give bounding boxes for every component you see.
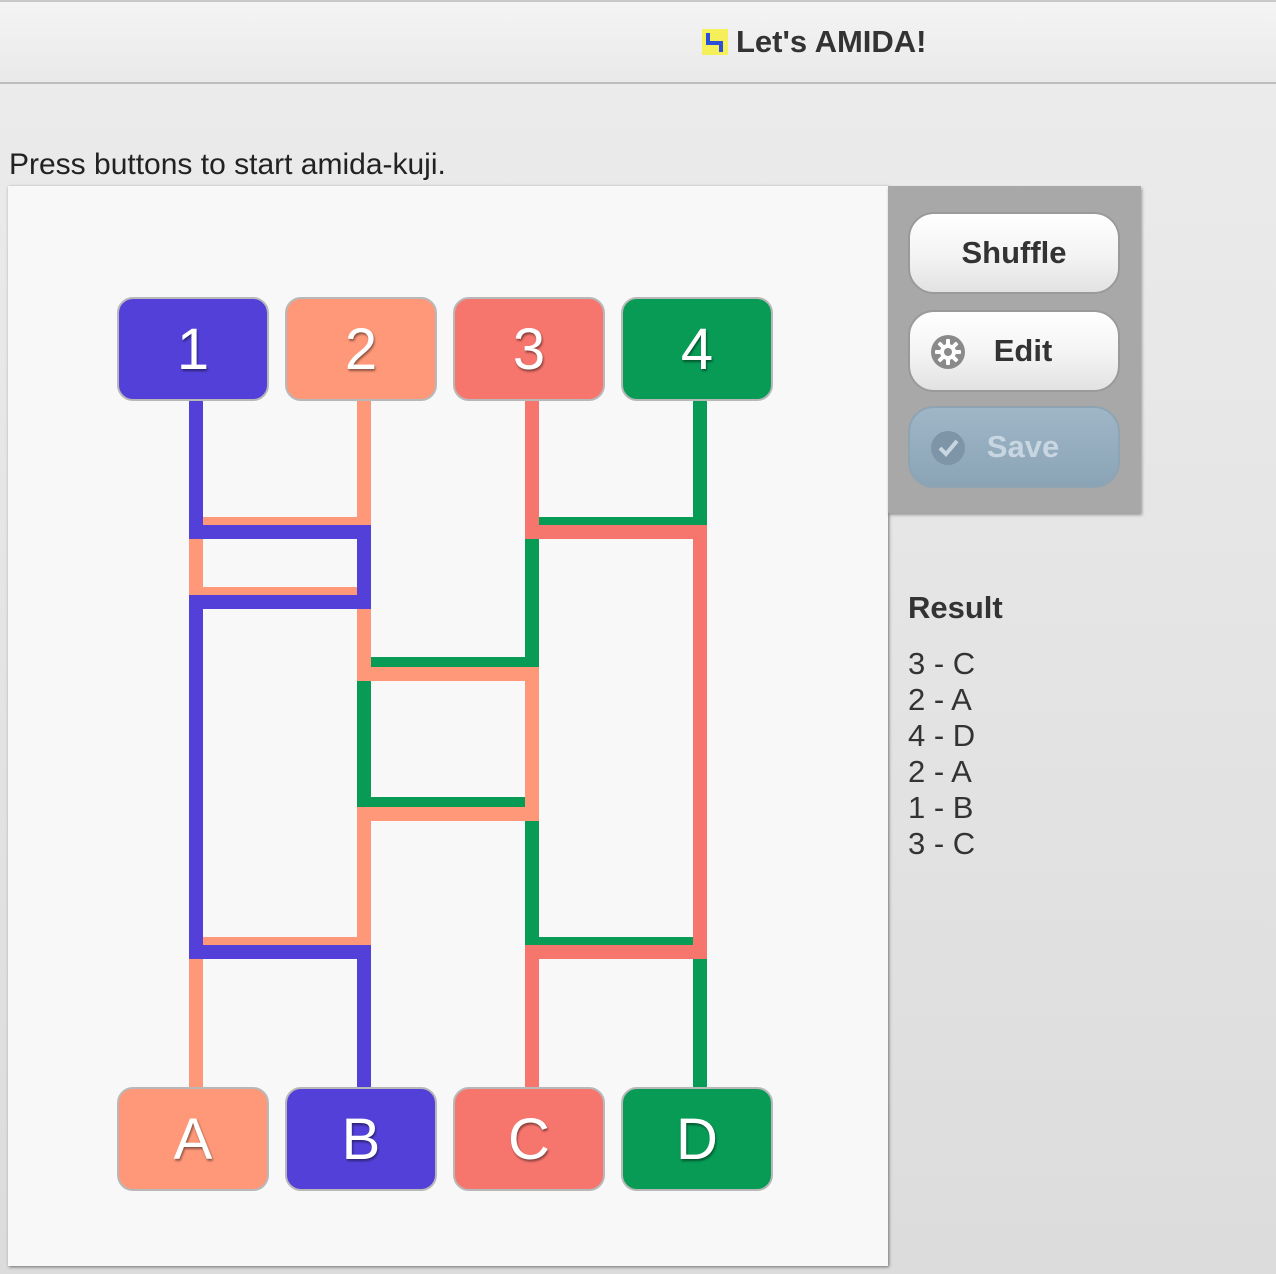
- result-item: 1 - B: [908, 790, 974, 825]
- goal-label-d: D: [676, 1106, 718, 1172]
- result-title: Result: [908, 590, 1003, 625]
- edit-button[interactable]: Edit: [908, 310, 1120, 392]
- checkmark-icon: [931, 431, 965, 465]
- path-red: [525, 398, 707, 1088]
- save-button[interactable]: Save: [908, 406, 1120, 488]
- window-title: Let's AMIDA!: [702, 22, 927, 62]
- goal-box-d: D: [621, 1087, 773, 1191]
- result-list: 3 - C 2 - A 4 - D 2 - A 1 - B 3 - C: [908, 646, 975, 862]
- goal-box-c: C: [453, 1087, 605, 1191]
- shuffle-button[interactable]: Shuffle: [908, 212, 1120, 294]
- gear-icon: [931, 335, 965, 369]
- goal-box-b: B: [285, 1087, 437, 1191]
- save-button-label: Save: [986, 429, 1060, 464]
- start-label-3: 3: [512, 316, 546, 382]
- start-label-2: 2: [344, 316, 378, 382]
- start-box-2[interactable]: 2: [285, 297, 437, 401]
- path-blue: [189, 398, 371, 1088]
- goal-label-b: B: [341, 1106, 381, 1172]
- amida-app-icon: [702, 29, 728, 55]
- goal-label-c: C: [508, 1106, 550, 1172]
- start-box-4[interactable]: 4: [621, 297, 773, 401]
- result-item: 3 - C: [908, 826, 976, 861]
- goal-box-a: A: [117, 1087, 269, 1191]
- amida-board: 1 2 3 4 A B C D: [8, 186, 888, 1266]
- result-item: 2 - A: [908, 682, 972, 717]
- goal-label-a: A: [173, 1106, 213, 1172]
- window-titlebar: Let's AMIDA!: [0, 0, 1276, 84]
- result-item: 4 - D: [908, 718, 976, 753]
- start-box-3[interactable]: 3: [453, 297, 605, 401]
- instruction-text: Press buttons to start amida-kuji.: [9, 148, 446, 181]
- result-item: 2 - A: [908, 754, 972, 789]
- window-title-text: Let's AMIDA!: [736, 24, 927, 59]
- edit-button-label: Edit: [993, 333, 1053, 368]
- start-label-1: 1: [176, 316, 210, 382]
- result-item: 3 - C: [908, 646, 976, 681]
- start-box-1[interactable]: 1: [117, 297, 269, 401]
- shuffle-button-label: Shuffle: [961, 235, 1067, 270]
- control-panel: Shuffle Edit Save: [888, 186, 1141, 513]
- start-label-4: 4: [680, 316, 714, 382]
